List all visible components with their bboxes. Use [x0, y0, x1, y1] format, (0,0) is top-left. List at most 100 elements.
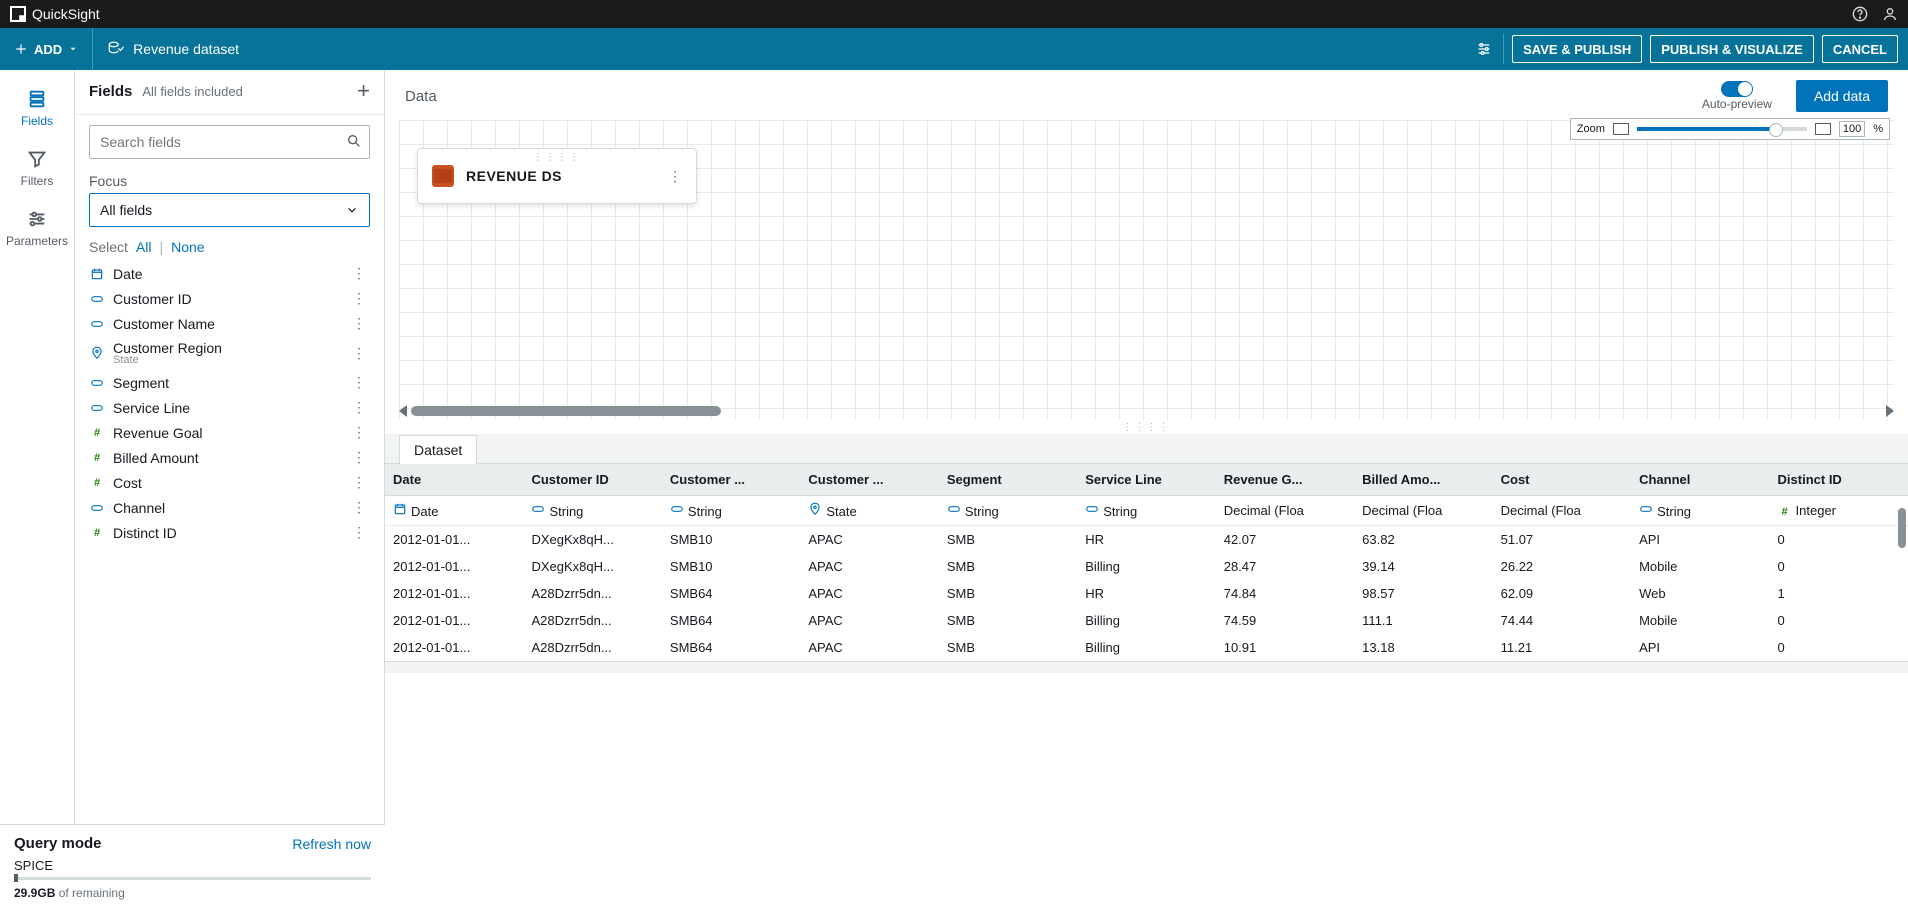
- field-item[interactable]: # Revenue Goal ⋮: [89, 420, 370, 445]
- column-type[interactable]: String: [662, 496, 800, 526]
- cancel-button[interactable]: CANCEL: [1822, 35, 1898, 63]
- rail-parameters[interactable]: Parameters: [0, 200, 74, 260]
- field-item[interactable]: Service Line ⋮: [89, 395, 370, 420]
- field-menu-icon[interactable]: ⋮: [348, 374, 370, 391]
- zoom-control[interactable]: Zoom 100 %: [1570, 118, 1890, 140]
- column-type[interactable]: #Integer: [1770, 496, 1908, 526]
- table-row[interactable]: 2012-01-01...DXegKx8qH...SMB10APACSMBHR4…: [385, 526, 1908, 554]
- dataset-name-label: Revenue dataset: [93, 40, 253, 58]
- column-type[interactable]: String: [523, 496, 661, 526]
- field-menu-icon[interactable]: ⋮: [348, 345, 370, 362]
- auto-preview-toggle[interactable]: [1721, 81, 1753, 97]
- field-name: Channel: [113, 500, 340, 516]
- table-vscroll[interactable]: [1898, 508, 1906, 548]
- column-type[interactable]: Date: [385, 496, 523, 526]
- add-data-button[interactable]: Add data: [1796, 80, 1888, 112]
- focus-select[interactable]: All fields: [89, 193, 370, 227]
- zoom-value[interactable]: 100: [1839, 121, 1865, 137]
- table-cell: 39.14: [1354, 553, 1492, 580]
- column-header[interactable]: Customer ...: [662, 464, 800, 496]
- field-item[interactable]: # Cost ⋮: [89, 470, 370, 495]
- field-item[interactable]: # Billed Amount ⋮: [89, 445, 370, 470]
- rail-filters[interactable]: Filters: [0, 140, 74, 200]
- field-item[interactable]: Customer Name ⋮: [89, 311, 370, 336]
- field-item[interactable]: Channel ⋮: [89, 495, 370, 520]
- field-menu-icon[interactable]: ⋮: [348, 474, 370, 491]
- column-type[interactable]: State: [800, 496, 938, 526]
- table-row[interactable]: 2012-01-01...A28Dzrr5dn...SMB64APACSMBBi…: [385, 607, 1908, 634]
- scroll-left-icon[interactable]: [399, 405, 407, 417]
- drag-handle-icon[interactable]: ⋮⋮⋮⋮: [533, 152, 581, 163]
- column-header[interactable]: Customer ...: [800, 464, 938, 496]
- scroll-right-icon[interactable]: [1886, 405, 1894, 417]
- fit-rect-icon[interactable]: [1613, 123, 1629, 135]
- field-menu-icon[interactable]: ⋮: [348, 399, 370, 416]
- field-menu-icon[interactable]: ⋮: [348, 265, 370, 282]
- publish-visualize-button[interactable]: PUBLISH & VISUALIZE: [1650, 35, 1814, 63]
- column-header[interactable]: Service Line: [1077, 464, 1215, 496]
- field-item[interactable]: Customer RegionState ⋮: [89, 336, 370, 370]
- table-cell: API: [1631, 634, 1769, 661]
- table-cell: 2012-01-01...: [385, 526, 523, 554]
- help-icon[interactable]: [1852, 6, 1868, 22]
- settings-sliders-icon[interactable]: [1474, 34, 1504, 64]
- field-menu-icon[interactable]: ⋮: [348, 449, 370, 466]
- column-header[interactable]: Date: [385, 464, 523, 496]
- column-type[interactable]: String: [939, 496, 1077, 526]
- field-menu-icon[interactable]: ⋮: [348, 524, 370, 541]
- fit-screen-icon[interactable]: [1815, 123, 1831, 135]
- scroll-thumb[interactable]: [411, 406, 721, 416]
- field-item[interactable]: Customer ID ⋮: [89, 286, 370, 311]
- auto-preview-label: Auto-preview: [1702, 97, 1772, 111]
- select-none-link[interactable]: None: [171, 239, 204, 255]
- field-menu-icon[interactable]: ⋮: [348, 424, 370, 441]
- table-cell: SMB: [939, 607, 1077, 634]
- field-name: Billed Amount: [113, 450, 340, 466]
- column-type[interactable]: Decimal (Floa: [1216, 496, 1354, 526]
- chevron-down-icon: [345, 203, 359, 217]
- field-menu-icon[interactable]: ⋮: [348, 499, 370, 516]
- query-engine: SPICE: [14, 858, 371, 873]
- column-header[interactable]: Billed Amo...: [1354, 464, 1492, 496]
- dataset-tab[interactable]: Dataset: [399, 435, 477, 464]
- field-item[interactable]: Segment ⋮: [89, 370, 370, 395]
- column-header[interactable]: Customer ID: [523, 464, 661, 496]
- datasource-node[interactable]: ⋮⋮⋮⋮ REVENUE DS ⋮: [417, 148, 697, 204]
- add-field-icon[interactable]: +: [357, 78, 370, 104]
- user-icon[interactable]: [1882, 6, 1898, 22]
- save-publish-button[interactable]: SAVE & PUBLISH: [1512, 35, 1642, 63]
- canvas-title: Data: [405, 88, 437, 105]
- num-type-icon: #: [89, 525, 105, 541]
- table-cell: APAC: [800, 553, 938, 580]
- column-header[interactable]: Cost: [1493, 464, 1631, 496]
- refresh-now-link[interactable]: Refresh now: [292, 836, 371, 852]
- select-all-link[interactable]: All: [136, 239, 152, 255]
- column-type[interactable]: String: [1631, 496, 1769, 526]
- rail-fields[interactable]: Fields: [0, 80, 74, 140]
- add-label: ADD: [34, 42, 62, 57]
- table-row[interactable]: 2012-01-01...A28Dzrr5dn...SMB64APACSMBBi…: [385, 634, 1908, 661]
- field-name: Customer ID: [113, 291, 340, 307]
- table-row[interactable]: 2012-01-01...DXegKx8qH...SMB10APACSMBBil…: [385, 553, 1908, 580]
- column-type[interactable]: Decimal (Floa: [1354, 496, 1492, 526]
- vertical-splitter[interactable]: ⋮⋮⋮⋮: [385, 420, 1908, 434]
- column-type[interactable]: Decimal (Floa: [1493, 496, 1631, 526]
- search-fields-input[interactable]: [89, 125, 370, 159]
- column-type[interactable]: String: [1077, 496, 1215, 526]
- table-cell: A28Dzrr5dn...: [523, 580, 661, 607]
- column-header[interactable]: Distinct ID: [1770, 464, 1908, 496]
- table-hscroll[interactable]: [385, 661, 1908, 673]
- field-menu-icon[interactable]: ⋮: [348, 290, 370, 307]
- table-row[interactable]: 2012-01-01...A28Dzrr5dn...SMB64APACSMBHR…: [385, 580, 1908, 607]
- field-menu-icon[interactable]: ⋮: [348, 315, 370, 332]
- column-header[interactable]: Revenue G...: [1216, 464, 1354, 496]
- field-name: Cost: [113, 475, 340, 491]
- field-item[interactable]: Date ⋮: [89, 261, 370, 286]
- field-item[interactable]: # Distinct ID ⋮: [89, 520, 370, 545]
- add-button[interactable]: ADD: [0, 28, 93, 70]
- column-header[interactable]: Channel: [1631, 464, 1769, 496]
- canvas-hscroll[interactable]: [399, 404, 1894, 418]
- node-menu-icon[interactable]: ⋮: [668, 168, 682, 185]
- column-header[interactable]: Segment: [939, 464, 1077, 496]
- zoom-slider[interactable]: [1637, 127, 1807, 131]
